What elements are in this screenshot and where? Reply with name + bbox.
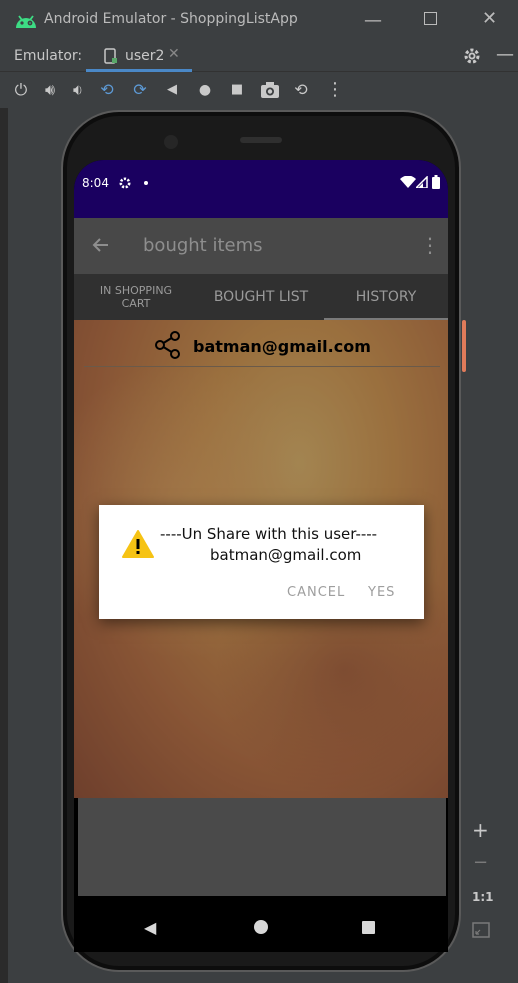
emulator-controls-toolbar: ⏻ 🔊︎ 🔉︎ ⟲ ⟳ ◀ ● ■ ⟲ ⋮ bbox=[0, 72, 518, 108]
zoom-in-button[interactable]: + bbox=[472, 818, 489, 842]
navigation-bar: ◀ bbox=[74, 904, 448, 952]
device-tab[interactable]: user2 ✕ bbox=[86, 40, 192, 72]
wifi-icon bbox=[400, 176, 416, 188]
phone-speaker bbox=[240, 137, 282, 143]
back-icon[interactable]: ◀ bbox=[162, 80, 182, 100]
phone-power-button[interactable] bbox=[462, 320, 466, 372]
app-toolbar: bought items ⋮ bbox=[74, 218, 448, 274]
nav-back-icon[interactable]: ◀ bbox=[144, 918, 156, 937]
dialog-message-line1: ----Un Share with this user---- bbox=[160, 525, 378, 543]
close-window-icon[interactable]: ✕ bbox=[482, 8, 497, 29]
back-arrow-icon[interactable] bbox=[91, 237, 109, 253]
tab-bar: IN SHOPPING CART BOUGHT LIST HISTORY bbox=[74, 274, 448, 320]
window-title: Android Emulator - ShoppingListApp bbox=[44, 11, 298, 27]
overflow-menu-icon[interactable]: ⋮ bbox=[420, 233, 440, 257]
phone-camera bbox=[164, 135, 178, 149]
tab-bought-list[interactable]: BOUGHT LIST bbox=[198, 274, 324, 320]
settings-gear-icon[interactable] bbox=[462, 46, 482, 66]
notification-dot-icon bbox=[144, 181, 148, 185]
overview-icon[interactable]: ■ bbox=[227, 80, 247, 100]
share-divider bbox=[84, 366, 440, 367]
emulator-tab-bar: Emulator: user2 ✕ — bbox=[0, 40, 518, 72]
more-options-icon[interactable]: ⋮ bbox=[325, 80, 345, 100]
rotate-right-icon[interactable]: ⟳ bbox=[130, 80, 150, 100]
toolbar-title: bought items bbox=[143, 235, 263, 256]
volume-up-icon[interactable]: 🔊︎ bbox=[40, 80, 60, 100]
hide-panel-icon[interactable]: — bbox=[496, 44, 514, 65]
zoom-out-button[interactable]: − bbox=[473, 852, 488, 873]
cellular-signal-icon bbox=[416, 176, 428, 188]
phone-device-icon bbox=[104, 48, 117, 64]
device-tab-label: user2 bbox=[125, 48, 165, 64]
unshare-dialog: ----Un Share with this user---- batman@g… bbox=[99, 505, 424, 619]
rotate-left-icon[interactable]: ⟲ bbox=[97, 80, 117, 100]
share-icon[interactable] bbox=[154, 331, 182, 359]
nav-home-icon[interactable] bbox=[254, 920, 268, 934]
settings-notification-icon bbox=[119, 177, 131, 189]
home-icon[interactable]: ● bbox=[195, 80, 215, 100]
fit-screen-icon[interactable] bbox=[472, 922, 490, 938]
maximize-window-icon[interactable] bbox=[424, 12, 437, 25]
window-title-bar: Android Emulator - ShoppingListApp — ✕ bbox=[0, 0, 518, 40]
power-icon[interactable]: ⏻ bbox=[11, 80, 31, 100]
bottom-panel bbox=[78, 798, 446, 896]
nav-overview-icon[interactable] bbox=[362, 921, 375, 934]
tab-in-shopping-cart[interactable]: IN SHOPPING CART bbox=[74, 274, 198, 320]
battery-icon bbox=[432, 175, 440, 189]
snapshot-history-icon[interactable]: ⟲ bbox=[291, 80, 311, 100]
warning-icon bbox=[122, 530, 154, 558]
android-logo-icon bbox=[16, 15, 36, 28]
volume-down-icon[interactable]: 🔉︎ bbox=[68, 80, 88, 100]
status-bar: 8:04 bbox=[74, 160, 448, 218]
close-tab-icon[interactable]: ✕ bbox=[168, 46, 180, 62]
zoom-controls: + − 1:1 bbox=[464, 816, 498, 944]
camera-screenshot-icon[interactable] bbox=[260, 81, 280, 99]
left-side-strip bbox=[0, 108, 8, 983]
zoom-one-to-one-button[interactable]: 1:1 bbox=[472, 890, 494, 904]
tab-history[interactable]: HISTORY bbox=[324, 274, 448, 320]
emulator-label: Emulator: bbox=[14, 48, 83, 64]
yes-button[interactable]: YES bbox=[368, 585, 395, 600]
shared-user-email: batman@gmail.com bbox=[193, 337, 371, 356]
dialog-message-email: batman@gmail.com bbox=[210, 546, 362, 564]
status-time: 8:04 bbox=[82, 176, 109, 190]
cancel-button[interactable]: CANCEL bbox=[287, 585, 345, 600]
minimize-window-icon[interactable]: — bbox=[364, 10, 382, 31]
